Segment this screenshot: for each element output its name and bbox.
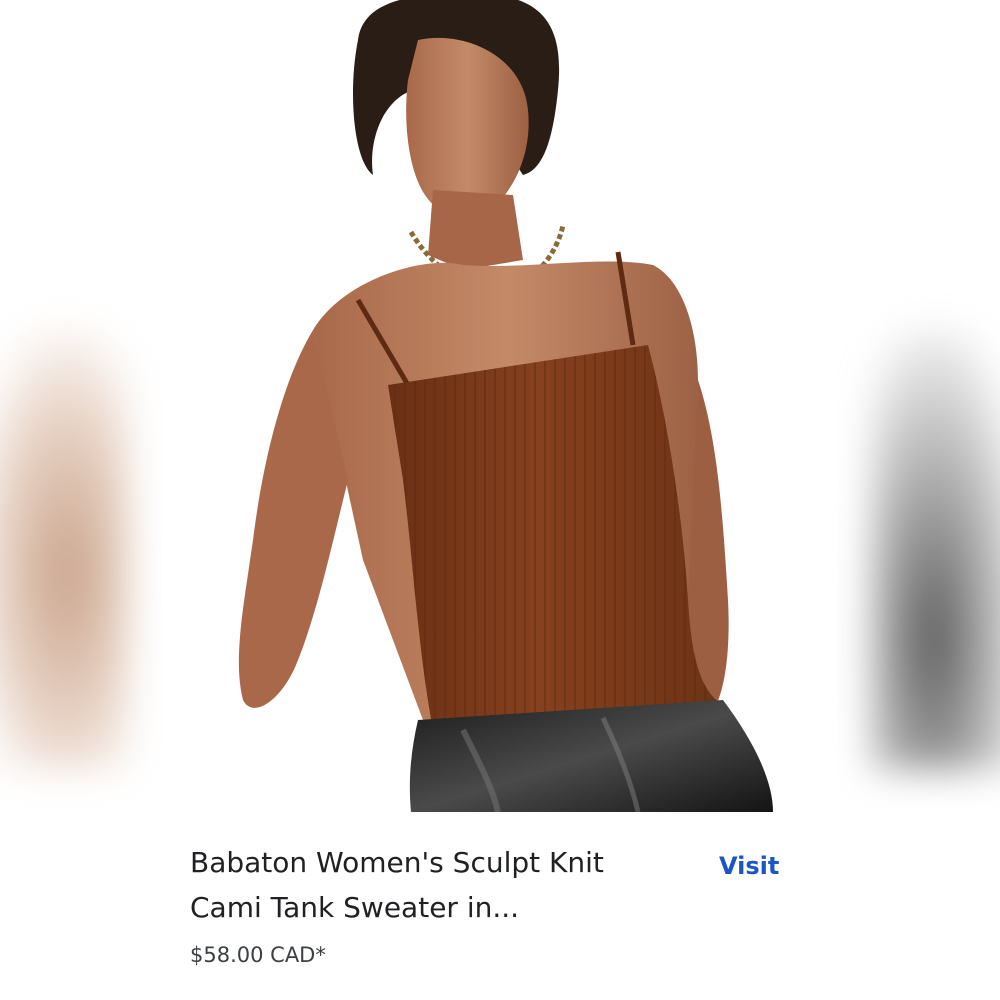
- shopping-result-card: Babaton Women's Sculpt Knit Cami Tank Sw…: [0, 0, 1000, 1000]
- product-title-line-1: Babaton Women's Sculpt Knit: [190, 846, 604, 879]
- product-photo: [238, 0, 773, 812]
- product-title[interactable]: Babaton Women's Sculpt Knit Cami Tank Sw…: [190, 840, 690, 930]
- product-title-line-2: Cami Tank Sweater in...: [190, 891, 520, 924]
- visit-link[interactable]: Visit: [719, 852, 779, 880]
- blurred-background-left: [0, 330, 130, 770]
- product-price: $58.00 CAD*: [190, 943, 326, 967]
- blurred-background-right: [870, 330, 1000, 770]
- product-image[interactable]: [163, 0, 837, 812]
